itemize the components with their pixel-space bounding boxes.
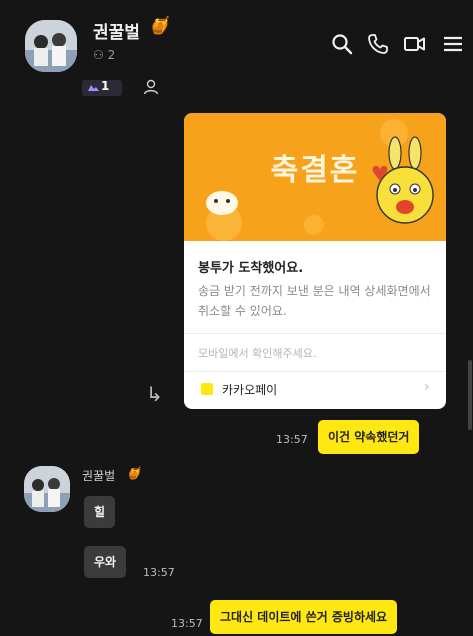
sender-emoji: 🍯 [126,466,141,480]
kakaopay-icon [201,383,213,395]
scrollbar[interactable] [468,360,472,430]
card-banner: 축결혼 [184,113,446,241]
member-count-value: 2 [107,48,116,62]
their-message-bubble[interactable]: 힐 [84,496,116,528]
menu-icon[interactable] [441,32,465,56]
phone-icon[interactable] [366,32,390,56]
title-emoji: 🍯 [148,16,170,36]
message-time: 13:57 [171,617,203,630]
my-message-bubble[interactable]: 그대신 데이트에 쓴거 증빙하세요 [210,600,398,634]
card-note: 모바일에서 확인해주세요. [198,347,317,360]
kakaopay-envelope-card[interactable]: 축결혼 봉투가 도착했어요. 송금 받기 전까지 보낸 분은 내역 상세화면에서… [184,113,446,409]
envelope-character-icon [206,191,238,215]
member-count: ⚇ 2 [93,48,115,62]
chat-room-avatar[interactable] [25,20,77,72]
sender-avatar[interactable] [24,466,70,512]
sender-name: 권꿀벌 [82,469,116,483]
kakaopay-label[interactable]: 카카오페이 [222,381,277,398]
share-forward-icon[interactable]: ↳ [146,382,163,406]
my-message-bubble[interactable]: 이건 약속했던거 [318,420,420,454]
their-message-bubble[interactable]: 우와 [84,546,127,578]
divider [184,371,446,372]
video-call-icon[interactable] [403,32,427,56]
card-banner-title: 축결혼 [270,153,360,188]
chat-room-title: 권꿀벌 [93,23,140,43]
card-heading: 봉투가 도착했어요. [198,261,304,276]
divider [184,333,446,334]
search-icon[interactable] [330,32,354,56]
person-small-icon: ⚇ [93,48,104,62]
person-icon[interactable] [142,78,160,100]
message-time: 13:57 [143,566,175,579]
card-description: 송금 받기 전까지 보낸 분은 내역 상세화면에서 취소할 수 있어요. [198,284,431,318]
chevron-right-icon[interactable]: › [424,379,430,395]
notice-badge-count: 1 [101,79,110,93]
message-time: 13:57 [276,433,308,446]
